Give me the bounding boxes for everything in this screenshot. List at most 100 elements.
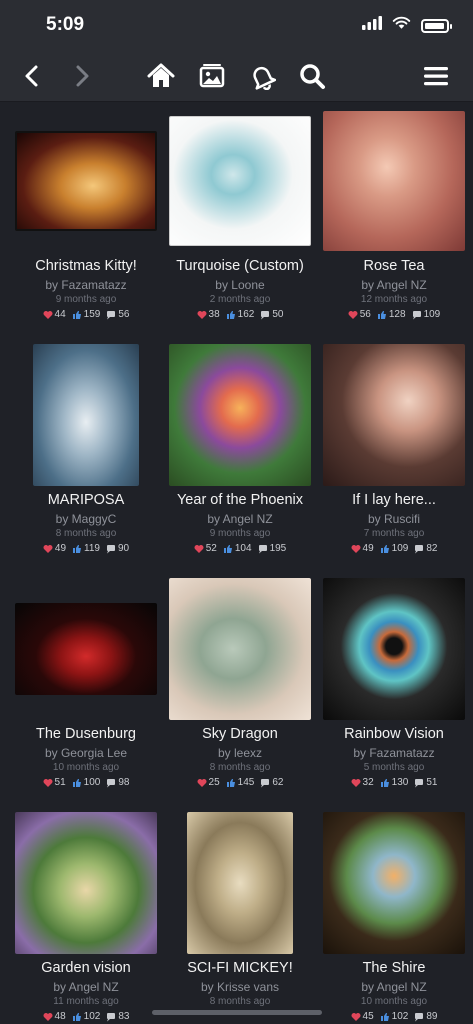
comments-count: 56 [118, 309, 130, 320]
gallery-item[interactable]: The Dusenburg by Georgia Lee 10 months a… [9, 576, 163, 810]
item-time: 2 months ago [209, 294, 271, 305]
item-author[interactable]: by Loone [163, 278, 317, 292]
gallery-item[interactable]: Turquoise (Custom) by Loone 2 months ago… [163, 108, 317, 342]
back-button[interactable] [16, 60, 48, 92]
item-time: 9 months ago [55, 294, 117, 305]
gallery-item[interactable]: Sky Dragon by leexz 8 months ago 25 145 … [163, 576, 317, 810]
likes-count: 145 [237, 777, 255, 788]
comments-count: 109 [423, 309, 441, 320]
item-author[interactable]: by Angel NZ [317, 278, 471, 292]
gallery-item[interactable]: MARIPOSA by MaggyC 8 months ago 49 119 9… [9, 342, 163, 576]
heart-icon [43, 310, 53, 319]
heart-icon [43, 1012, 53, 1021]
item-title: Rose Tea [363, 258, 425, 274]
gallery-item[interactable]: If I lay here... by Ruscifi 7 months ago… [317, 342, 471, 576]
item-time: 9 months ago [209, 528, 271, 539]
likes-count: 128 [388, 309, 406, 320]
item-stats: 38 162 50 [163, 309, 317, 320]
back-arrow-icon [25, 65, 38, 87]
thumbs-up-icon [380, 544, 389, 553]
gallery-item[interactable]: Year of the Phoenix by Angel NZ 9 months… [163, 342, 317, 576]
hearts-count: 25 [208, 777, 220, 788]
item-time: 12 months ago [360, 294, 428, 305]
item-author[interactable]: by Krisse vans [163, 980, 317, 994]
forward-button[interactable] [66, 60, 98, 92]
thumbnail-image [323, 577, 465, 720]
comments-count: 50 [272, 309, 284, 320]
gallery-item[interactable]: Rose Tea by Angel NZ 12 months ago 56 12… [317, 108, 471, 342]
thumbs-up-icon [72, 310, 81, 319]
item-author[interactable]: by Fazamatazz [9, 278, 163, 292]
thumbnail-image [33, 343, 139, 486]
comment-icon [107, 778, 116, 787]
status-bar: 5:09 [0, 0, 473, 50]
heart-icon [348, 310, 358, 319]
item-time: 8 months ago [209, 762, 271, 773]
menu-button[interactable] [420, 60, 452, 92]
heart-icon [197, 778, 207, 787]
thumbnail-image [15, 811, 157, 954]
hearts-count: 51 [54, 777, 66, 788]
item-title: SCI-FI MICKEY! [187, 960, 293, 976]
wifi-icon [392, 16, 411, 35]
status-time: 5:09 [46, 14, 85, 35]
gallery-item[interactable]: SCI-FI MICKEY! by Krisse vans 8 months a… [163, 810, 317, 1024]
comment-icon [261, 310, 270, 319]
likes-count: 100 [83, 777, 101, 788]
gallery-grid: Christmas Kitty! by Fazamatazz 9 months … [0, 103, 473, 1024]
item-title: Year of the Phoenix [176, 492, 304, 508]
gallery-item[interactable]: Rainbow Vision by Fazamatazz 5 months ag… [317, 576, 471, 810]
hamburger-menu-icon [424, 67, 448, 86]
gallery-button[interactable] [196, 60, 228, 92]
gallery-item[interactable]: Garden vision by Angel NZ 11 months ago … [9, 810, 163, 1024]
thumbs-up-icon [380, 778, 389, 787]
item-title: Rainbow Vision [344, 726, 444, 742]
home-indicator[interactable] [152, 1010, 322, 1015]
item-author[interactable]: by Angel NZ [9, 980, 163, 994]
comment-icon [412, 310, 421, 319]
comments-count: 51 [426, 777, 438, 788]
search-button[interactable] [296, 60, 328, 92]
gallery-icon [199, 64, 225, 88]
item-title: If I lay here... [352, 492, 436, 508]
thumbnail-image [15, 602, 157, 695]
item-author[interactable]: by Fazamatazz [317, 746, 471, 760]
likes-count: 102 [391, 1011, 409, 1022]
thumbnail-image [187, 811, 293, 954]
item-author[interactable]: by MaggyC [9, 512, 163, 526]
item-title: The Dusenburg [36, 726, 136, 742]
hearts-count: 49 [362, 543, 374, 554]
comments-count: 90 [117, 543, 130, 554]
comment-icon [107, 310, 116, 319]
hearts-count: 32 [362, 777, 374, 788]
thumbnail-image [169, 115, 311, 246]
item-time: 7 months ago [363, 528, 425, 539]
comments-count: 98 [118, 777, 130, 788]
item-author[interactable]: by leexz [163, 746, 317, 760]
likes-count: 102 [83, 1011, 101, 1022]
hearts-count: 44 [54, 309, 66, 320]
item-author[interactable]: by Angel NZ [317, 980, 471, 994]
thumbs-up-icon [377, 310, 386, 319]
comments-count: 83 [118, 1011, 130, 1022]
home-button[interactable] [145, 60, 177, 92]
gallery-item[interactable]: The Shire by Angel NZ 10 months ago 45 1… [317, 810, 471, 1024]
heart-icon [351, 1012, 361, 1021]
forward-arrow-icon [76, 65, 89, 87]
item-author[interactable]: by Ruscifi [317, 512, 471, 526]
hearts-count: 49 [54, 543, 67, 554]
item-stats: 49 119 90 [9, 543, 163, 554]
likes-count: 130 [391, 777, 409, 788]
heart-icon [43, 778, 53, 787]
thumbs-up-icon [380, 1012, 389, 1021]
notifications-button[interactable] [246, 60, 278, 92]
item-title: MARIPOSA [47, 492, 125, 508]
item-author[interactable]: by Angel NZ [163, 512, 317, 526]
gallery-item[interactable]: Christmas Kitty! by Fazamatazz 9 months … [9, 108, 163, 342]
item-author[interactable]: by Georgia Lee [9, 746, 163, 760]
item-stats: 56 128 109 [317, 309, 471, 320]
item-title: The Shire [362, 960, 426, 976]
nav-bar [0, 50, 473, 102]
comment-icon [106, 544, 115, 553]
heart-icon [194, 544, 204, 553]
